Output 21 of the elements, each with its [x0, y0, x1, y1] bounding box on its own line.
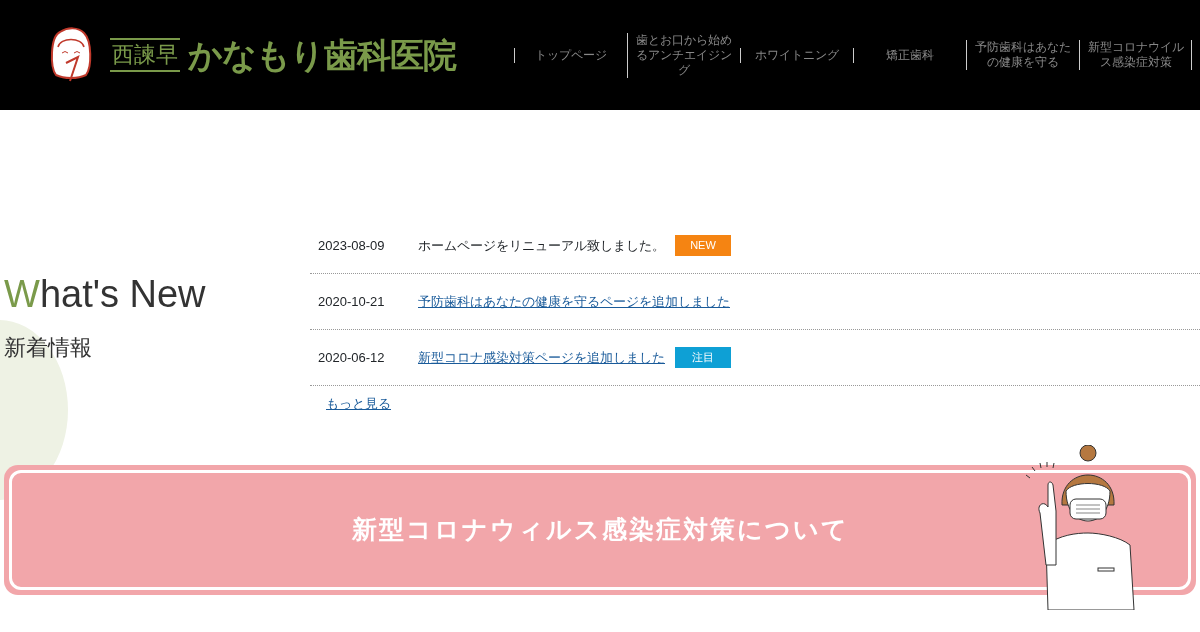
logo-title: かなもり歯科医院	[188, 33, 456, 77]
more-link[interactable]: もっと見る	[326, 394, 391, 414]
nav-link[interactable]: トップページ	[514, 47, 627, 63]
section-title: What's New	[4, 272, 207, 317]
section-subtitle: 新着情報	[4, 334, 93, 362]
news-tag: NEW	[675, 235, 731, 256]
news-text: ホームページをリニューアル致しました。	[418, 236, 665, 255]
news-link[interactable]: 新型コロナ感染対策ページを追加しました	[418, 347, 665, 368]
logo-subtitle: 西諫早	[110, 37, 180, 73]
news-date: 2020-10-21	[318, 292, 386, 311]
banner-text: 新型コロナウィルス感染症対策について	[351, 514, 849, 547]
nav-link[interactable]: 新型コロナウイルス感染症対策	[1079, 40, 1192, 70]
news-date: 2023-08-09	[318, 236, 386, 255]
nav-link[interactable]: 予防歯科はあなたの健康を守る	[966, 40, 1079, 70]
news-tag: 注目	[675, 347, 731, 368]
news-link[interactable]: 予防歯科はあなたの健康を守るページを追加しました	[418, 291, 730, 312]
nav-link[interactable]: 矯正歯科	[853, 47, 966, 63]
nav-link[interactable]: 歯とお口から始めるアンチエイジング	[627, 32, 740, 78]
nav-link[interactable]: ホワイトニング	[740, 47, 853, 63]
news-date: 2020-06-12	[318, 348, 386, 367]
girl-logo-icon	[48, 27, 94, 83]
